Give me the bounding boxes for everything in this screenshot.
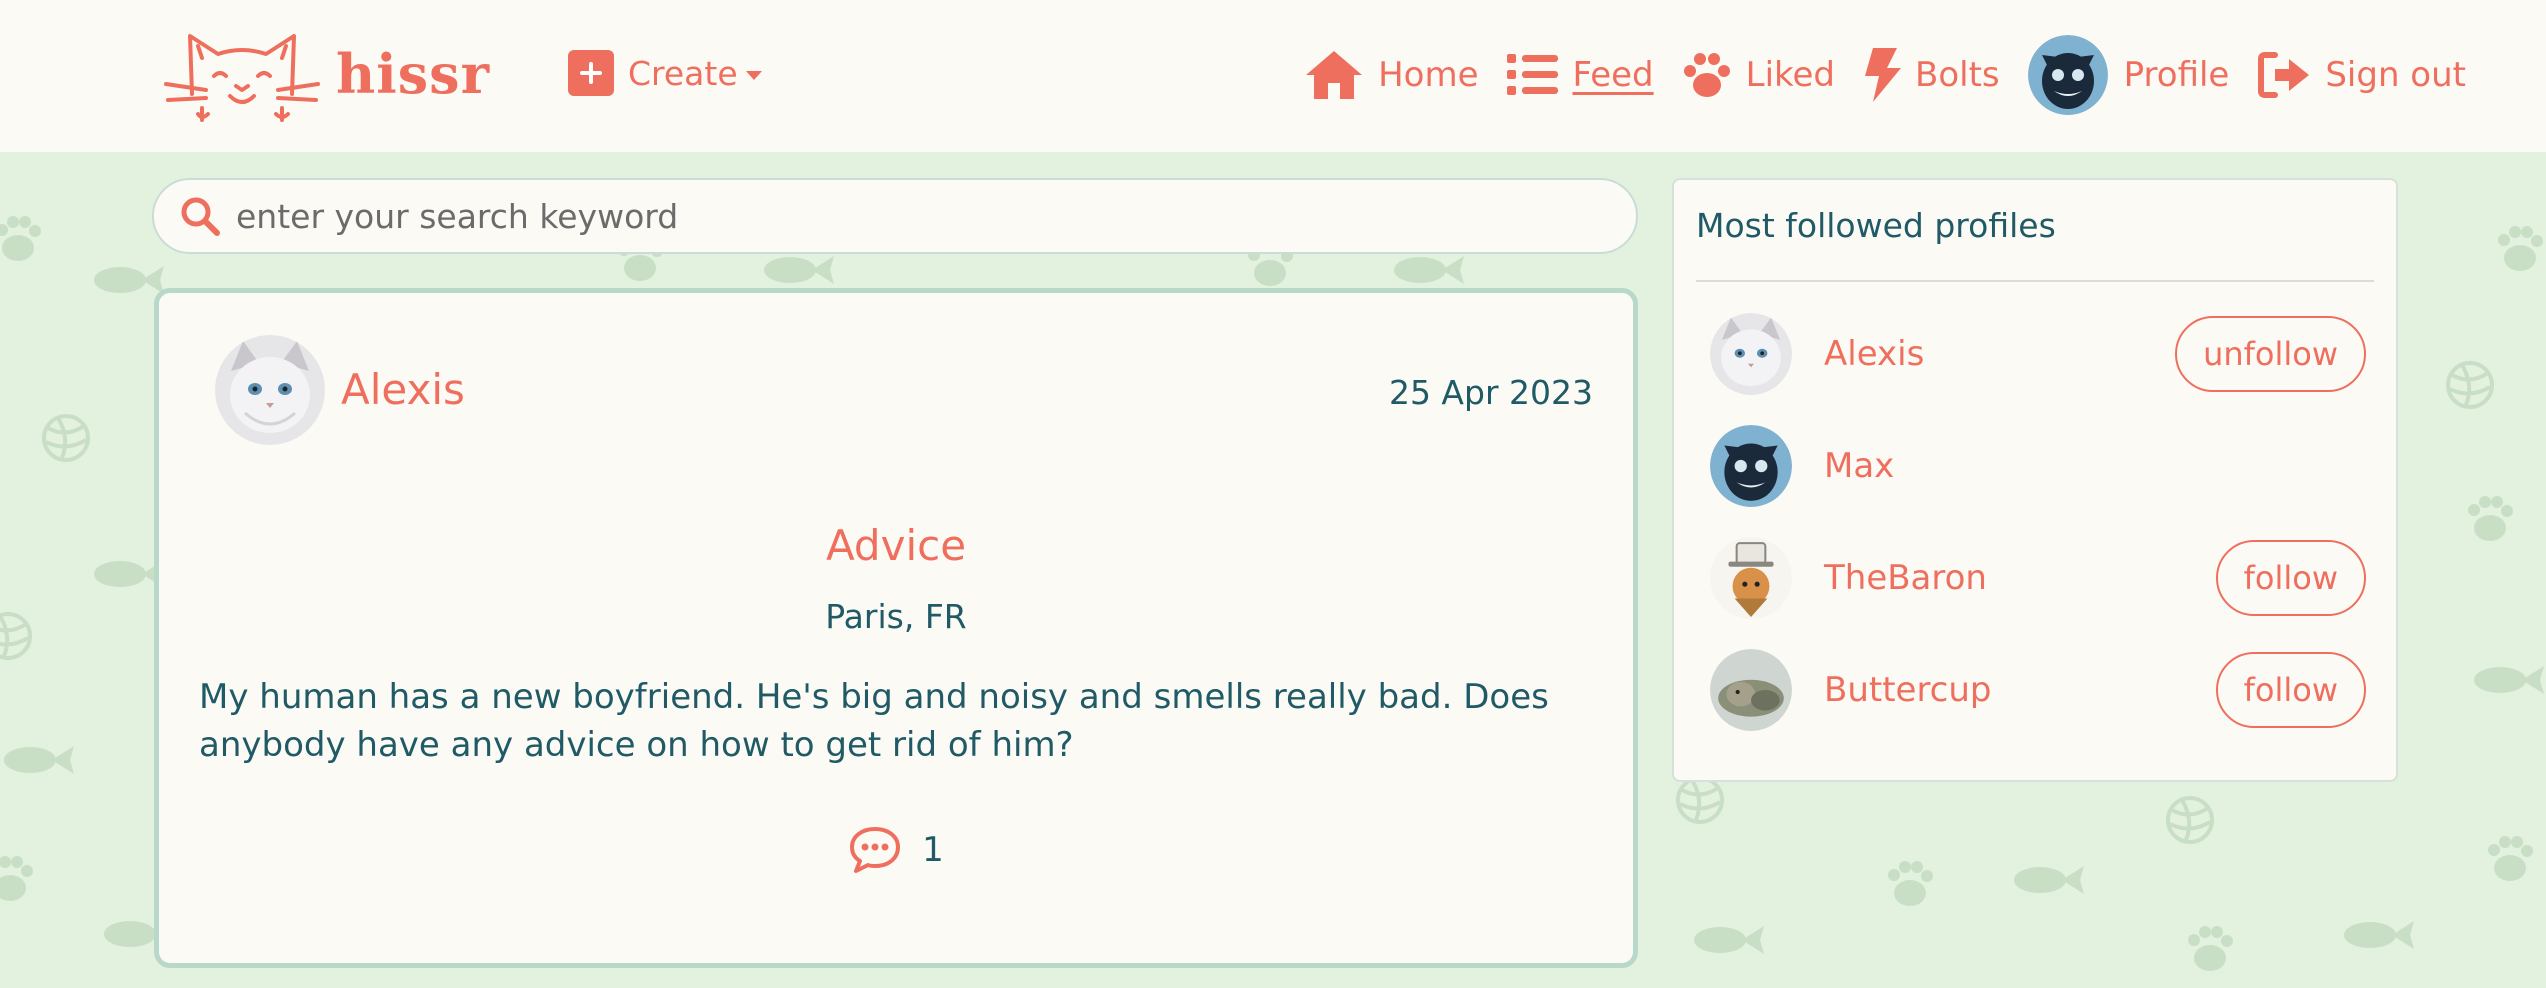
- nav-home-label: Home: [1378, 55, 1479, 95]
- nav-feed-label: Feed: [1572, 55, 1654, 95]
- nav-liked[interactable]: Liked: [1682, 51, 1835, 99]
- avatar[interactable]: [1710, 649, 1792, 731]
- list-icon: [1506, 54, 1558, 95]
- plus-square-icon: [568, 50, 614, 96]
- post-card: Alexis 25 Apr 2023 Advice Paris, FR My h…: [154, 288, 1638, 968]
- search-icon: [181, 197, 220, 236]
- follow-button[interactable]: follow: [2215, 652, 2366, 728]
- sign-out-icon: [2258, 52, 2310, 98]
- follow-button[interactable]: follow: [2215, 540, 2366, 616]
- post-author-name[interactable]: Alexis: [341, 365, 465, 414]
- home-icon: [1306, 51, 1363, 99]
- profile-row-alexis: Alexis unfollow: [1710, 312, 2366, 396]
- avatar: [2027, 35, 2108, 115]
- create-label: Create: [628, 53, 738, 93]
- post-body: My human has a new boyfriend. He's big a…: [199, 677, 1549, 765]
- post-date: 25 Apr 2023: [1388, 373, 1593, 412]
- panel-title: Most followed profiles: [1696, 206, 2056, 245]
- post-title[interactable]: Advice: [159, 521, 1633, 570]
- paw-icon: [1683, 53, 1730, 97]
- profile-row-max: Max: [1710, 424, 2366, 508]
- profile-name[interactable]: Max: [1824, 446, 1894, 486]
- nav-profile[interactable]: Profile: [2027, 35, 2230, 115]
- navbar: hissr Create Home Feed Liked Bolts Profi…: [0, 0, 2546, 152]
- post-location: Paris, FR: [825, 597, 967, 636]
- profile-name[interactable]: TheBaron: [1824, 558, 1987, 598]
- search-input[interactable]: [236, 196, 1536, 236]
- search-bar: [152, 178, 1638, 254]
- cat-logo-icon: [164, 34, 320, 122]
- nav-bolts-label: Bolts: [1915, 55, 2000, 95]
- nav-sign-out[interactable]: Sign out: [2257, 51, 2466, 99]
- logo[interactable]: hissr: [162, 24, 490, 124]
- comment-count: 1: [922, 830, 944, 870]
- create-dropdown[interactable]: Create: [568, 50, 762, 96]
- profile-row-thebaron: TheBaron follow: [1710, 536, 2366, 620]
- caret-down-icon: [745, 70, 762, 80]
- nav-liked-label: Liked: [1745, 55, 1835, 95]
- post-comments: 1: [159, 825, 1633, 875]
- most-followed-panel: Most followed profiles Alexis unfollow M…: [1672, 178, 2398, 782]
- nav-home[interactable]: Home: [1304, 49, 1479, 101]
- post-author-avatar[interactable]: [215, 335, 325, 445]
- nav-sign-out-label: Sign out: [2325, 55, 2466, 95]
- profile-row-buttercup: Buttercup follow: [1710, 648, 2366, 732]
- unfollow-button[interactable]: unfollow: [2175, 316, 2366, 392]
- comment-icon[interactable]: [848, 825, 902, 875]
- avatar[interactable]: [1710, 425, 1792, 507]
- avatar[interactable]: [1710, 537, 1792, 619]
- avatar[interactable]: [1710, 313, 1792, 395]
- nav-feed[interactable]: Feed: [1506, 52, 1654, 98]
- nav-links: Home Feed Liked Bolts Profile Sign out: [1276, 30, 2466, 120]
- profile-name[interactable]: Alexis: [1824, 334, 1924, 374]
- nav-profile-label: Profile: [2123, 55, 2230, 95]
- brand-name: hissr: [336, 42, 491, 106]
- nav-bolts[interactable]: Bolts: [1863, 48, 2000, 102]
- divider: [1696, 280, 2374, 282]
- profile-name[interactable]: Buttercup: [1824, 670, 1992, 710]
- bolt-icon: [1865, 48, 1901, 102]
